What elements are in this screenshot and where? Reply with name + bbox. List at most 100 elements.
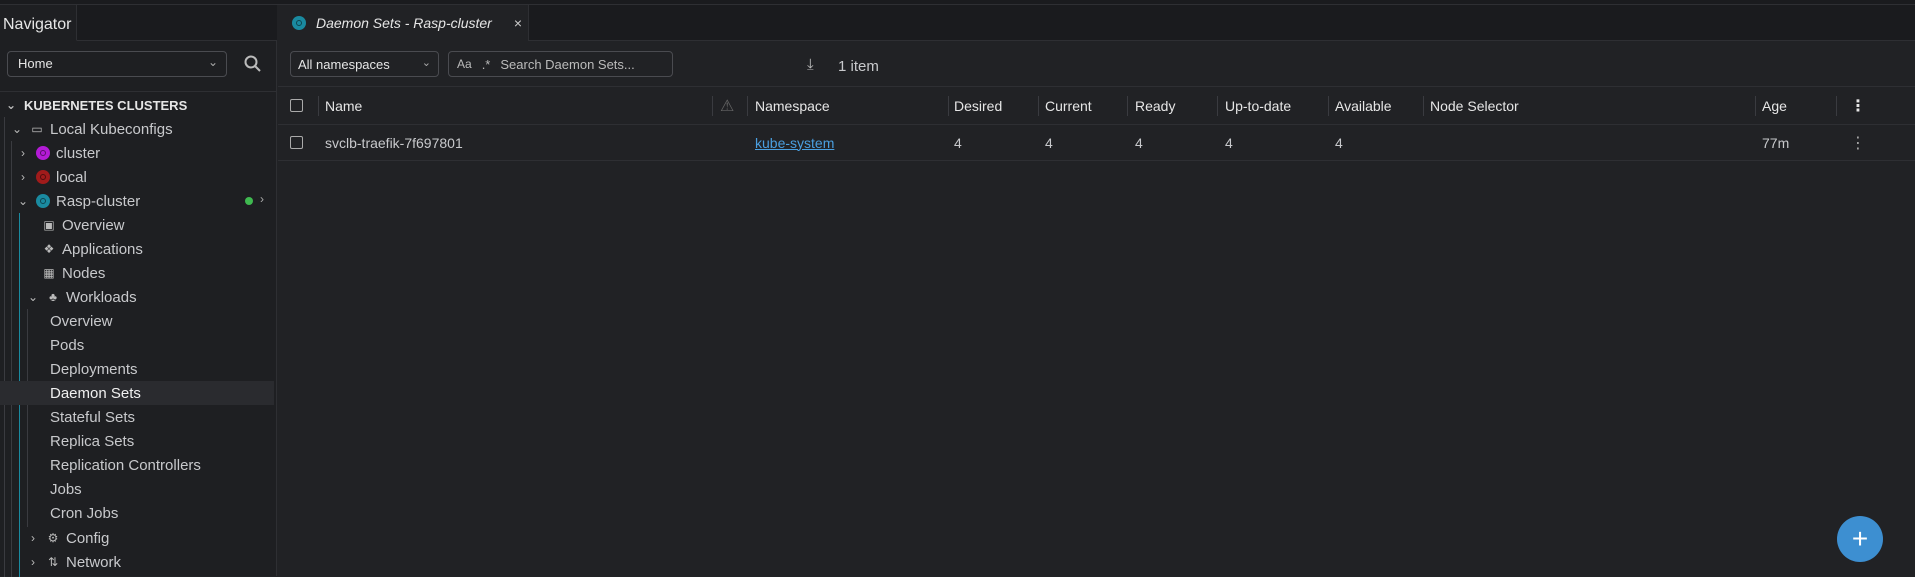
tab-title: Daemon Sets - Rasp-cluster (316, 15, 492, 31)
chevron-right-icon[interactable]: › (260, 192, 264, 206)
nav-overview[interactable]: ▣ Overview (42, 213, 125, 237)
chevron-down-icon: ⌄ (27, 290, 39, 304)
section-label: KUBERNETES CLUSTERS (24, 97, 188, 113)
tree-guide (4, 117, 5, 577)
nav-daemon-sets[interactable]: Daemon Sets (0, 381, 274, 405)
nav-applications[interactable]: ❖ Applications (42, 237, 143, 261)
label: Cron Jobs (50, 504, 119, 522)
namespace-select[interactable]: All namespaces ⌄ (290, 51, 439, 77)
tree-cluster-cluster[interactable]: › cluster (16, 141, 100, 165)
hotbar-value: Home (18, 56, 53, 71)
cell-name: svclb-traefik-7f697801 (325, 134, 463, 151)
chevron-down-icon: ⌄ (207, 55, 218, 69)
tree-cluster-local[interactable]: › local (16, 165, 87, 189)
cell-namespace-link[interactable]: kube-system (755, 125, 834, 160)
table-row[interactable]: svclb-traefik-7f697801 kube-system 4 4 4… (278, 125, 1915, 161)
applications-icon: ❖ (43, 242, 55, 256)
chevron-down-icon: ⌄ (5, 98, 17, 112)
tree-local-kubeconfigs[interactable]: ⌄ ▭ Local Kubeconfigs (10, 117, 173, 141)
columns-menu-icon[interactable]: ⋮ (1850, 87, 1866, 124)
cell-current: 4 (1045, 134, 1053, 151)
column-up-to-date[interactable]: Up-to-date (1225, 87, 1291, 124)
connected-status-dot (245, 197, 253, 205)
cell-ready: 4 (1135, 134, 1143, 151)
search-icon[interactable] (243, 54, 263, 74)
download-icon[interactable]: ⤓ (807, 56, 814, 73)
kubernetes-icon (36, 146, 50, 160)
label: Deployments (50, 360, 138, 378)
workloads-icon: ♣ (49, 290, 57, 304)
hotbar-select[interactable]: Home ⌄ (7, 51, 227, 77)
nav-cron-jobs[interactable]: Cron Jobs (50, 501, 118, 525)
nav-replication-controllers[interactable]: Replication Controllers (50, 453, 201, 477)
column-name[interactable]: Name (325, 87, 362, 124)
chevron-down-icon: ⌄ (11, 122, 23, 136)
nav-stateful-sets[interactable]: Stateful Sets (50, 405, 135, 429)
tree-guide (11, 141, 12, 577)
tab-daemon-sets[interactable]: Daemon Sets - Rasp-cluster × (278, 5, 529, 41)
navigator-sidebar: Navigator Home ⌄ ⌄ KUBERNETES CLUSTERS ⌄ ▭ L… (0, 5, 277, 577)
close-icon[interactable]: × (514, 15, 522, 31)
nav-network[interactable]: › ⇅ Network (26, 550, 121, 574)
nav-replica-sets[interactable]: Replica Sets (50, 429, 134, 453)
row-checkbox[interactable] (290, 125, 303, 160)
namespace-value: All namespaces (298, 57, 390, 72)
label: Daemon Sets (50, 384, 141, 402)
column-node-selector[interactable]: Node Selector (1430, 87, 1519, 124)
column-available[interactable]: Available (1335, 87, 1392, 124)
tree-cluster-rasp[interactable]: ⌄ Rasp-cluster › (16, 189, 271, 213)
chevron-right-icon: › (31, 555, 35, 569)
kubernetes-icon (36, 194, 50, 208)
label: Pods (50, 336, 85, 354)
item-count: 1 item (838, 58, 879, 75)
cell-up-to-date: 4 (1225, 134, 1233, 151)
section-kubernetes-clusters[interactable]: ⌄ KUBERNETES CLUSTERS (4, 93, 187, 117)
label: Workloads (66, 288, 137, 306)
add-button[interactable]: + (1837, 516, 1883, 562)
row-menu-icon[interactable]: ⋮ (1850, 125, 1866, 160)
warning-icon: ⚠ (720, 97, 735, 115)
label: Stateful Sets (50, 408, 136, 426)
main-panel: Daemon Sets - Rasp-cluster × All namespa… (278, 5, 1915, 576)
label: cluster (56, 144, 101, 162)
laptop-icon: ▭ (31, 122, 43, 136)
column-namespace[interactable]: Namespace (755, 87, 830, 124)
column-desired[interactable]: Desired (954, 87, 1002, 124)
nav-jobs[interactable]: Jobs (50, 477, 82, 501)
nav-pods[interactable]: Pods (50, 333, 84, 357)
divider (0, 91, 277, 92)
kubernetes-icon (292, 16, 306, 30)
label: Local Kubeconfigs (50, 120, 173, 138)
chevron-right-icon: › (21, 146, 25, 160)
nav-workloads-overview[interactable]: Overview (50, 309, 113, 333)
label: Overview (50, 312, 113, 330)
cell-available: 4 (1335, 134, 1343, 151)
select-all-checkbox[interactable] (290, 87, 303, 124)
dashboard-icon: ▣ (43, 218, 55, 232)
nav-nodes[interactable]: ▦ Nodes (42, 261, 105, 285)
chevron-right-icon: › (31, 531, 35, 545)
navigator-tab[interactable]: Navigator (0, 5, 77, 41)
search-input[interactable]: Aa .* Search Daemon Sets... (448, 51, 673, 77)
column-ready[interactable]: Ready (1135, 87, 1175, 124)
table-header: Name ⚠ Namespace Desired Current Ready U… (278, 86, 1915, 125)
regex-toggle[interactable]: .* (482, 57, 491, 72)
tab-strip (77, 5, 277, 41)
label: Network (66, 553, 122, 571)
label: Jobs (50, 480, 82, 498)
search-placeholder: Search Daemon Sets... (500, 56, 635, 72)
label: Applications (62, 240, 143, 258)
nav-config[interactable]: › ⚙ Config (26, 526, 109, 550)
label: Replication Controllers (50, 456, 201, 474)
config-icon: ⚙ (47, 531, 59, 545)
match-case-toggle[interactable]: Aa (457, 57, 472, 71)
label: Overview (62, 216, 125, 234)
network-icon: ⇅ (47, 555, 59, 569)
column-current[interactable]: Current (1045, 87, 1092, 124)
chevron-down-icon: ⌄ (17, 194, 29, 208)
nav-deployments[interactable]: Deployments (50, 357, 138, 381)
column-age[interactable]: Age (1762, 87, 1787, 124)
label: Replica Sets (50, 432, 135, 450)
nav-workloads[interactable]: ⌄ ♣ Workloads (26, 285, 137, 309)
label: local (56, 168, 87, 186)
